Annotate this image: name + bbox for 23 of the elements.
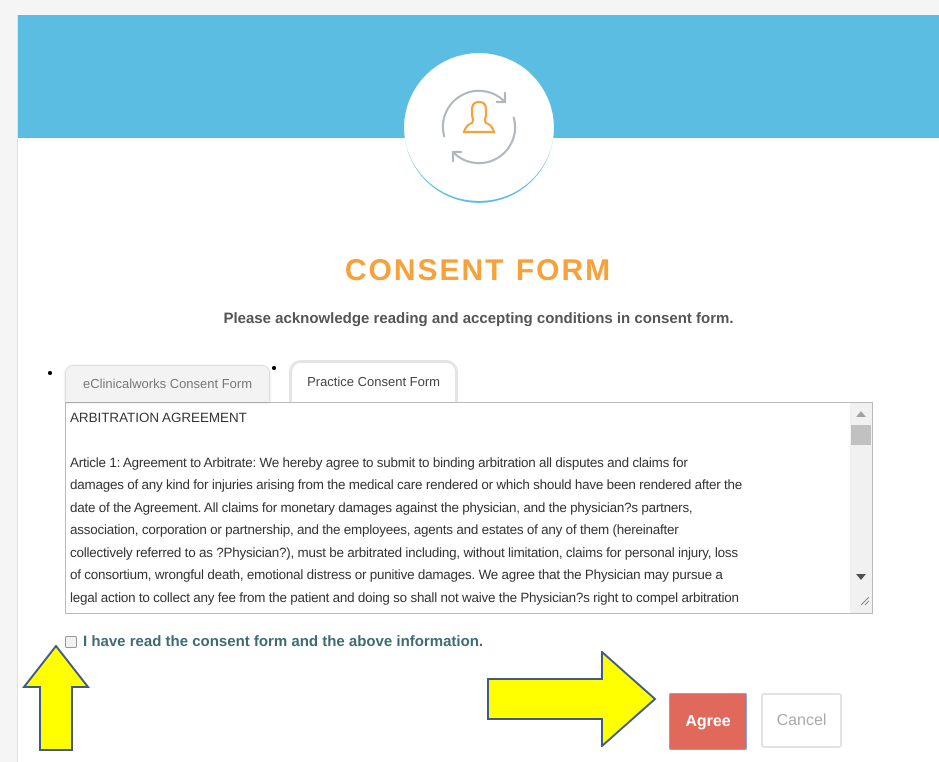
document-line: date of the Agreement. All claims for monetary damages against the physician, and the physician?s partners, [70, 498, 694, 517]
scroll-up-icon[interactable] [856, 410, 866, 416]
document-line: of consortium, wrongful death, emotional distress or punitive damages. We agree that the Physician may pursue a [70, 566, 724, 584]
bullet-icon [272, 366, 276, 370]
tab[interactable]: eClinicalworks Consent Form [65, 364, 270, 402]
document-line: legal action to collect any fee from the patient and doing so shall not waive the Physician?s right to compel arbitration [70, 588, 740, 607]
document-heading: ARBITRATION AGREEMENT [70, 408, 248, 426]
document-line: collectively referred to as ?Physician?), must be arbitrated including, without limitation, claims for personal injury, loss [70, 544, 739, 562]
scroll-down-icon[interactable] [856, 574, 866, 580]
consent-text-area[interactable] [65, 402, 873, 614]
resize-grip-icon[interactable] [858, 594, 870, 606]
document-line: association, corporation or partnership, and the employees, agents and estates of any of them (hereinafter [70, 521, 680, 539]
checkbox-label: I have read the consent form and the above information. [83, 632, 484, 652]
form-subtitle: Please acknowledge reading and accepting conditions in consent form. [223, 309, 734, 329]
form-title: CONSENT FORM [344, 256, 612, 286]
checkbox[interactable] [65, 636, 77, 648]
scroll-thumb[interactable] [851, 424, 871, 444]
document-line: damages of any kind for injuries arising from the medical care rendered or which should have been rendered after the [70, 476, 744, 494]
agree-button[interactable]: Agree [669, 693, 747, 750]
tab[interactable]: Practice Consent Form [289, 360, 458, 402]
bullet-icon [48, 370, 52, 374]
document-line: Article 1: Agreement to Arbitrate: We hereby agree to submit to binding arbitration all disputes and claims for [70, 454, 689, 472]
cancel-button[interactable]: Cancel [761, 693, 842, 748]
